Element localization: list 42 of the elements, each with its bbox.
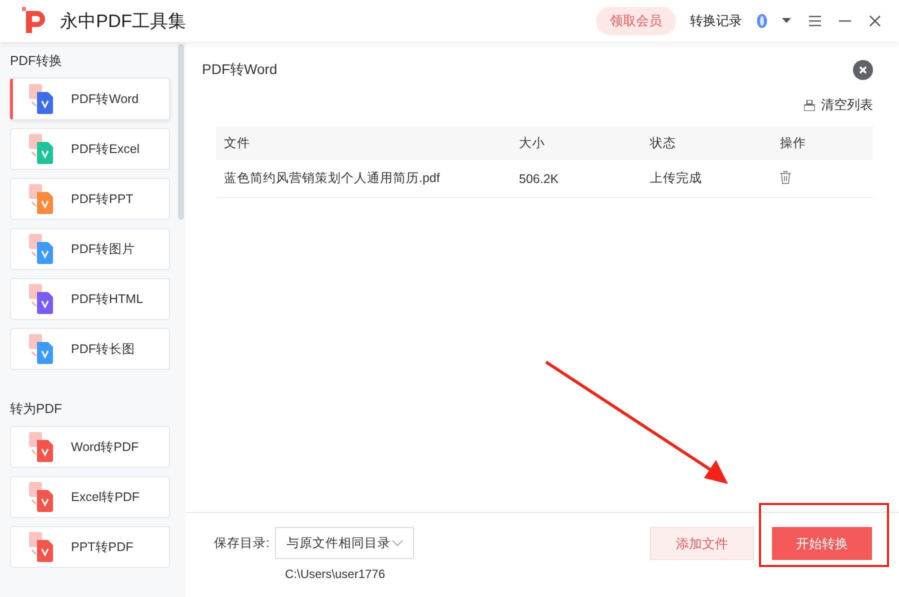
panel-title: PDF转Word <box>202 61 278 79</box>
scrollbar[interactable] <box>178 44 184 220</box>
history-link[interactable]: 转换记录 <box>690 12 742 30</box>
file-convert-icon <box>29 432 55 462</box>
file-convert-icon <box>29 184 55 214</box>
column-header: 状态 <box>648 134 677 152</box>
chevron-down-icon <box>392 540 404 546</box>
sidebar-item[interactable]: PDF转图片 <box>10 228 170 270</box>
table-cell-text: 上传完成 <box>649 170 703 187</box>
sidebar-item[interactable]: PDF转Excel <box>10 128 170 170</box>
close-icon[interactable] <box>869 15 881 27</box>
logo-icon <box>22 7 48 35</box>
sidebar-item[interactable]: Excel转PDF <box>10 476 170 518</box>
file-convert-icon <box>29 84 55 114</box>
file-convert-icon <box>29 234 55 264</box>
sidebar-item[interactable]: PDF转PPT <box>10 178 170 220</box>
file-convert-icon <box>29 334 55 364</box>
sidebar-item[interactable]: PDF转HTML <box>10 278 170 320</box>
table-cell-text: 蓝色简约风营销策划个人通用简历.pdf <box>223 170 441 187</box>
save-label: 保存目录: <box>214 534 270 552</box>
section-heading: PDF转换 <box>10 52 63 70</box>
menu-icon[interactable] <box>809 15 821 27</box>
file-convert-icon <box>29 134 55 164</box>
column-header: 文件 <box>223 134 251 152</box>
close-icon[interactable] <box>853 60 873 80</box>
caret-icon[interactable] <box>782 18 791 24</box>
trash-icon[interactable] <box>780 170 791 184</box>
save-path: C:\Users\user1776 <box>285 567 386 581</box>
sidebar-item[interactable]: PPT转PDF <box>10 526 170 568</box>
sidebar-item[interactable]: Word转PDF <box>10 426 170 468</box>
table-cell-text: 506.2K <box>518 172 560 186</box>
sidebar-item[interactable]: PDF转长图 <box>10 328 170 370</box>
column-header: 大小 <box>518 134 546 152</box>
file-convert-icon <box>29 284 55 314</box>
directory-select[interactable]: 与原文件相同目录 <box>275 527 414 559</box>
file-convert-icon <box>29 532 55 562</box>
section-heading: 转为PDF <box>10 400 63 418</box>
sidebar-item[interactable]: PDF转Word <box>10 78 170 120</box>
file-convert-icon <box>29 482 55 512</box>
column-header: 操作 <box>779 134 807 152</box>
clear-list-button[interactable]: 清空列表 <box>804 96 873 114</box>
app-title: 永中PDF工具集 <box>60 10 186 33</box>
